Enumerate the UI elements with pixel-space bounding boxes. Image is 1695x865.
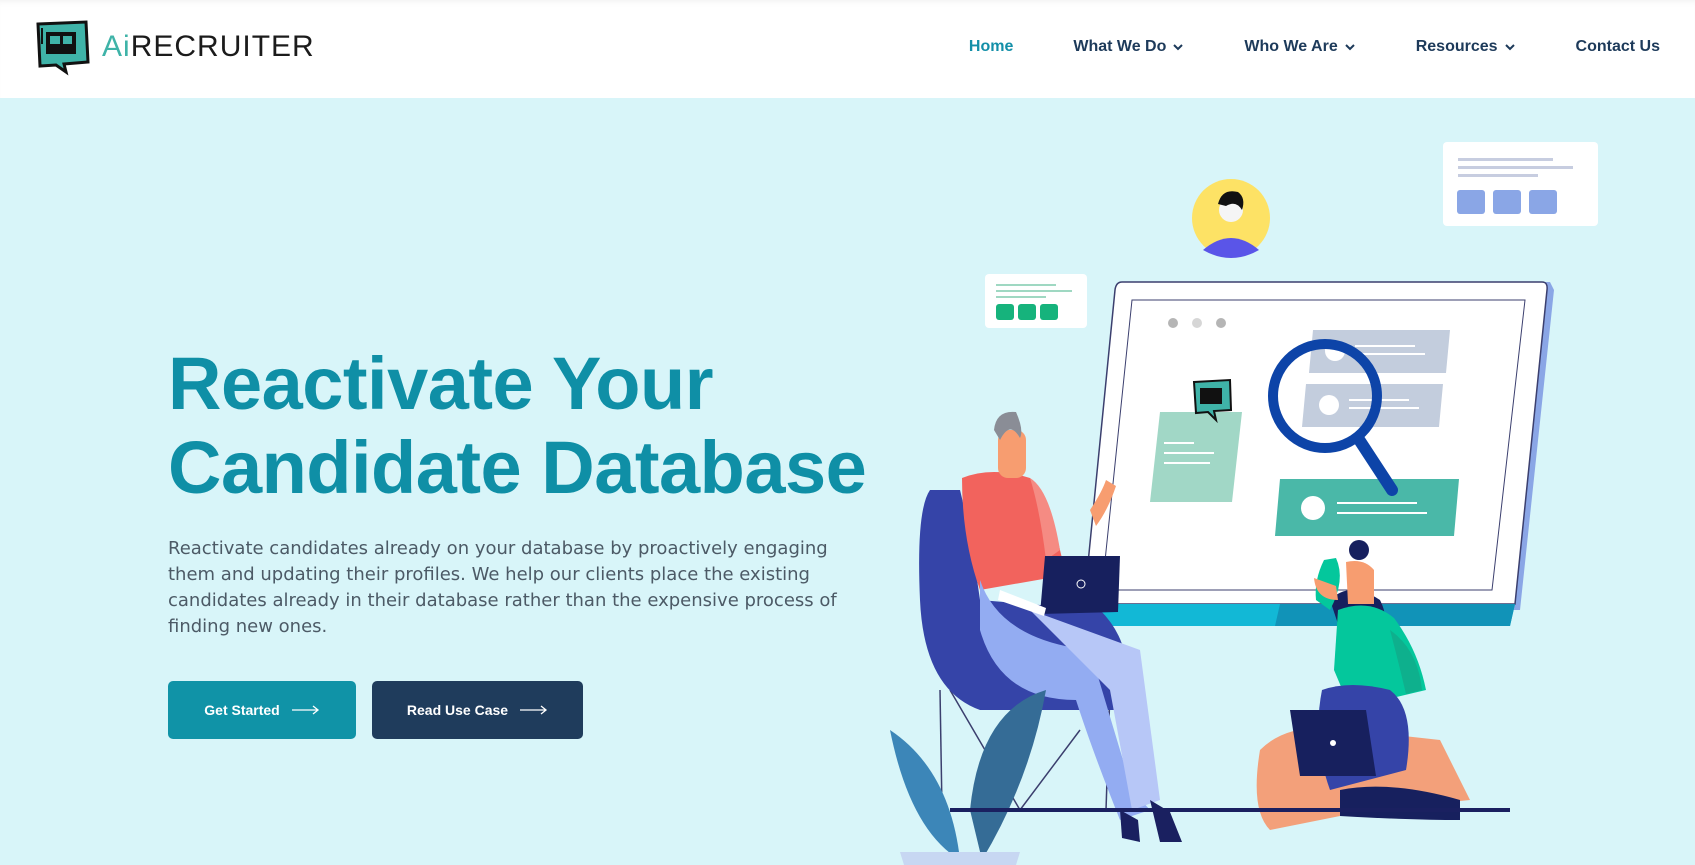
get-started-button[interactable]: Get Started (168, 681, 356, 739)
button-label: Read Use Case (406, 702, 509, 718)
nav-item-who-we-are[interactable]: Who We Are (1244, 38, 1355, 56)
nav-item-label: Resources (1415, 38, 1498, 55)
robot-logo-icon (36, 20, 90, 76)
site-header: AiRECRUITER Home What We Do Who We Are R… (0, 0, 1695, 98)
hero-description: Reactivate candidates already on your da… (168, 538, 837, 637)
arrow-right-icon (291, 705, 319, 715)
button-label: Get Started (204, 702, 280, 718)
chevron-down-icon (1504, 44, 1515, 51)
hero-title-line1: Reactivate Your (168, 342, 714, 425)
floating-card-top (1443, 142, 1598, 226)
nav-item-what-we-do[interactable]: What We Do (1073, 38, 1184, 56)
brand-name-prefix: Ai (102, 30, 131, 63)
nav-item-label: Home (968, 38, 1014, 55)
nav-item-resources[interactable]: Resources (1416, 38, 1516, 56)
arrow-right-icon (520, 705, 548, 715)
nav-item-label: Who We Are (1244, 38, 1338, 55)
plant (890, 690, 1046, 865)
nav-item-label: Contact Us (1575, 38, 1660, 55)
main-nav: Home What We Do Who We Are Resources Con… (909, 38, 1660, 56)
brand-logo[interactable]: AiRECRUITER (34, 18, 315, 76)
nav-item-contact-us[interactable]: Contact Us (1576, 38, 1660, 56)
brand-name-suffix: RECRUITER (130, 30, 315, 63)
chevron-down-icon (1345, 44, 1355, 51)
read-use-case-button[interactable]: Read Use Case (372, 681, 583, 739)
chevron-down-icon (1173, 44, 1184, 51)
hero-title: Reactivate Your Candidate Database (168, 342, 868, 510)
brand-name: AiRECRUITER (102, 30, 315, 64)
avatar-bubble (1192, 179, 1270, 258)
hero-title-line2: Candidate Database (168, 426, 867, 509)
nav-item-label: What We Do (1073, 38, 1167, 55)
floating-card-green (985, 274, 1087, 328)
hero-illustration (890, 142, 1598, 865)
nav-item-home[interactable]: Home (969, 38, 1013, 56)
